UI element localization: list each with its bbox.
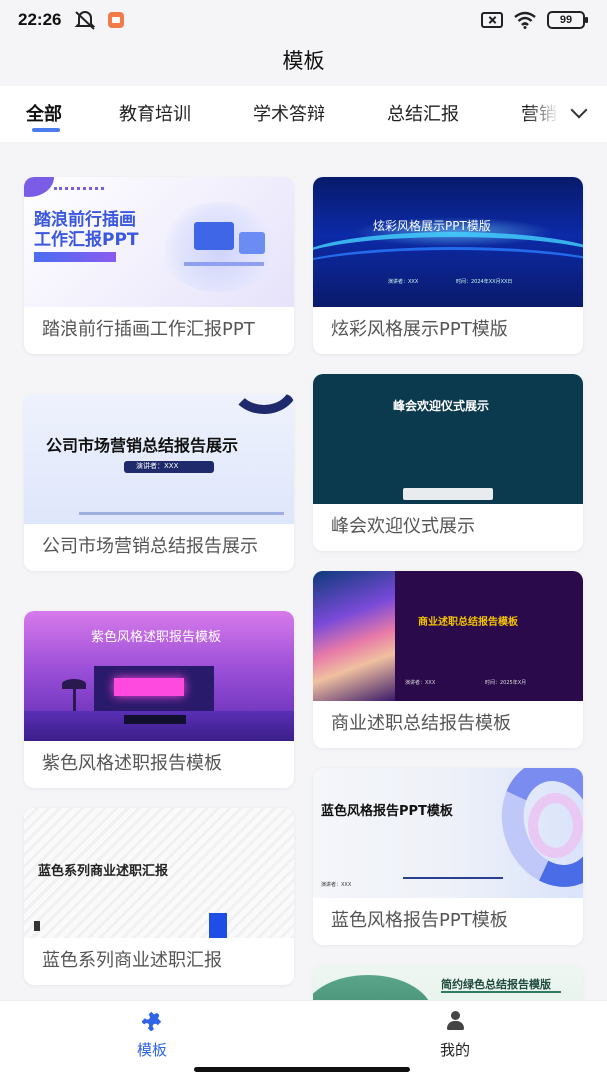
tab-all[interactable]: 全部 — [26, 100, 62, 126]
no-sim-icon — [481, 12, 503, 28]
nav-label: 模板 — [136, 1041, 167, 1059]
template-title: 炫彩风格展示PPT模版 — [331, 319, 508, 340]
tabs-fade — [527, 86, 607, 142]
template-title: 蓝色风格报告PPT模板 — [331, 910, 508, 931]
app-notification-icon — [108, 12, 124, 28]
tab-education[interactable]: 教育培训 — [119, 100, 191, 126]
puzzle-icon — [142, 1011, 162, 1031]
page-title: 模板 — [282, 49, 325, 73]
template-thumbnail: 炫彩风格展示PPT模版 演讲者：XXX 时间：2024年XX月XX日 — [313, 177, 583, 307]
template-card[interactable]: 公司市场营销总结报告展示 演讲者：XXX 公司市场营销总结报告展示 — [24, 394, 294, 571]
template-thumbnail: 公司市场营销总结报告展示 演讲者：XXX — [24, 394, 294, 524]
template-title: 紫色风格述职报告模板 — [42, 753, 222, 774]
template-card[interactable]: 炫彩风格展示PPT模版 演讲者：XXX 时间：2024年XX月XX日 炫彩风格展… — [313, 177, 583, 354]
home-indicator[interactable] — [194, 1067, 410, 1072]
header: 模板 — [0, 40, 607, 86]
template-title: 公司市场营销总结报告展示 — [42, 536, 258, 557]
template-thumbnail: 商业述职总结报告模板 演讲者：XXX 时间：2025年X月 — [313, 571, 583, 701]
template-thumbnail: 踏浪前行插画 工作汇报PPT — [24, 177, 294, 307]
template-thumbnail: 简约绿色总结报告模版 — [313, 965, 583, 1000]
nav-label: 我的 — [439, 1041, 470, 1059]
wifi-icon — [514, 11, 536, 29]
template-title: 蓝色系列商业述职汇报 — [42, 950, 222, 971]
template-card[interactable]: 蓝色系列商业述职汇报 蓝色系列商业述职汇报 — [24, 808, 294, 985]
status-bar: 22:26 99 — [0, 0, 607, 40]
template-title: 踏浪前行插画工作汇报PPT — [42, 319, 255, 340]
template-thumbnail: 蓝色系列商业述职汇报 — [24, 808, 294, 938]
nav-mine[interactable]: 我的 — [405, 1011, 505, 1060]
tab-summary[interactable]: 总结汇报 — [387, 100, 459, 126]
template-thumbnail: 紫色风格述职报告模板 — [24, 611, 294, 741]
template-card[interactable]: 商业述职总结报告模板 演讲者：XXX 时间：2025年X月 商业述职总结报告模板 — [313, 571, 583, 748]
template-thumbnail: 峰会欢迎仪式展示 — [313, 374, 583, 504]
status-time: 22:26 — [18, 10, 62, 29]
template-title: 商业述职总结报告模板 — [331, 713, 511, 734]
template-thumbnail: 蓝色风格报告PPT模板 演讲者：XXX — [313, 768, 583, 898]
mute-icon — [74, 11, 96, 30]
template-grid: 踏浪前行插画 工作汇报PPT 踏浪前行插画工作汇报PPT 公司市场营销总结报告展… — [0, 142, 607, 1000]
person-icon — [445, 1011, 465, 1031]
tab-active-indicator — [32, 128, 60, 132]
template-card[interactable]: 蓝色风格报告PPT模板 演讲者：XXX 蓝色风格报告PPT模板 — [313, 768, 583, 945]
nav-templates[interactable]: 模板 — [102, 1011, 202, 1060]
tab-academic[interactable]: 学术答辩 — [253, 100, 325, 126]
template-card[interactable]: 简约绿色总结报告模版 — [313, 965, 583, 1000]
template-card[interactable]: 峰会欢迎仪式展示 峰会欢迎仪式展示 — [313, 374, 583, 551]
template-title: 峰会欢迎仪式展示 — [331, 516, 475, 537]
template-card[interactable]: 紫色风格述职报告模板 紫色风格述职报告模板 — [24, 611, 294, 788]
status-right: 99 — [481, 11, 588, 29]
battery-icon: 99 — [547, 11, 588, 29]
template-card[interactable]: 踏浪前行插画 工作汇报PPT 踏浪前行插画工作汇报PPT — [24, 177, 294, 354]
category-tabs: 全部 教育培训 学术答辩 总结汇报 营销 — [0, 86, 607, 142]
